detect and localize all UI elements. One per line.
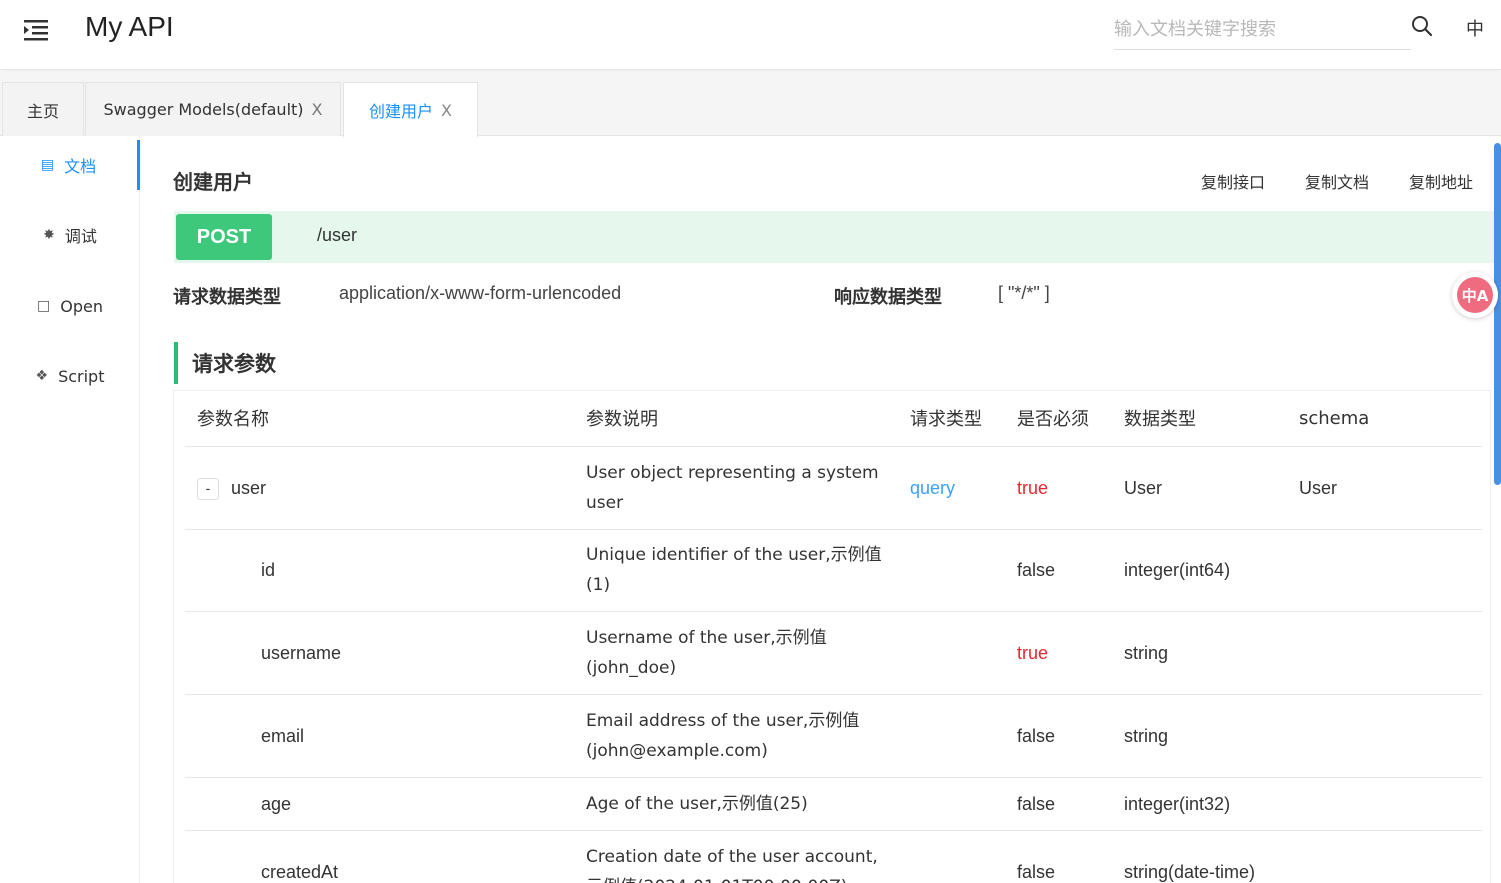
param-in <box>898 777 1005 831</box>
sidebar-item-open[interactable]: □ Open <box>0 281 140 331</box>
table-header-row: 参数名称 参数说明 请求类型 是否必须 数据类型 schema <box>185 391 1482 447</box>
param-type: User <box>1112 446 1287 530</box>
param-name: username <box>185 611 574 695</box>
sidebar-item-label: Open <box>60 296 103 316</box>
column-header: 参数说明 <box>574 391 898 447</box>
api-actions: 复制接口 复制文档 复制地址 <box>1201 169 1473 193</box>
file-icon: □ <box>37 298 51 314</box>
table-row: email Email address of the user,示例值(john… <box>185 694 1482 778</box>
param-in <box>898 694 1005 778</box>
column-header: 请求类型 <box>898 391 1005 447</box>
collapse-toggle[interactable]: - <box>197 477 219 500</box>
table-row: - user User object representing a system … <box>185 446 1482 530</box>
table-row: username Username of the user,示例值(john_d… <box>185 611 1482 695</box>
copy-document-button[interactable]: 复制文档 <box>1305 169 1369 193</box>
copy-interface-button[interactable]: 复制接口 <box>1201 169 1265 193</box>
param-type: integer(int32) <box>1112 777 1287 831</box>
content-type-row: 请求数据类型 application/x-www-form-urlencoded… <box>173 283 1473 313</box>
response-type-value: [ "*/*" ] <box>998 283 1050 303</box>
param-description: Age of the user,示例值(25) <box>574 777 898 831</box>
request-type-label: 请求数据类型 <box>173 287 281 308</box>
param-schema <box>1287 611 1482 695</box>
param-required: true <box>1005 611 1112 695</box>
param-name: id <box>185 529 574 612</box>
param-required: false <box>1005 777 1112 831</box>
param-description: User object representing a system user <box>574 446 898 530</box>
param-in <box>898 611 1005 695</box>
close-icon[interactable]: X <box>441 101 452 120</box>
param-description: Creation date of the user account,示例值(20… <box>574 830 898 883</box>
table-row: age Age of the user,示例值(25) false intege… <box>185 777 1482 831</box>
param-name: user <box>231 477 267 498</box>
sidebar-item-label: 调试 <box>64 227 97 246</box>
table-row: createdAt Creation date of the user acco… <box>185 830 1482 883</box>
tab-bar: 主页 Swagger Models(default) X 创建用户 X <box>0 72 1501 137</box>
param-name: email <box>185 694 574 778</box>
sidebar-item-label: 文档 <box>64 157 97 176</box>
params-table: 参数名称 参数说明 请求类型 是否必须 数据类型 schema - user Us… <box>185 391 1482 883</box>
param-required: false <box>1005 830 1112 883</box>
tab-label: Swagger Models(default) <box>103 100 304 119</box>
tab-home[interactable]: 主页 <box>2 82 84 136</box>
tab-create-user[interactable]: 创建用户 X <box>343 82 478 137</box>
param-schema <box>1287 529 1482 612</box>
sidebar-item-debug[interactable]: ✸ 调试 <box>0 210 140 260</box>
param-name: age <box>185 777 574 831</box>
app-title: My API <box>85 11 174 42</box>
column-header: schema <box>1287 391 1482 447</box>
menu-toggle-icon[interactable] <box>22 16 52 44</box>
column-header: 是否必须 <box>1005 391 1112 447</box>
top-header: My API 中 <box>0 0 1501 70</box>
param-required: false <box>1005 694 1112 778</box>
sidebar-item-docs[interactable]: ▤ 文档 <box>0 140 140 190</box>
param-name: createdAt <box>185 830 574 883</box>
endpoint-path: /user <box>317 225 358 245</box>
close-icon[interactable]: X <box>312 100 323 119</box>
scrollbar-thumb[interactable] <box>1494 143 1501 485</box>
column-header: 数据类型 <box>1112 391 1287 447</box>
tab-label: 创建用户 <box>369 102 434 121</box>
sidebar: ▤ 文档 ✸ 调试 □ Open ❖ Script <box>0 136 140 883</box>
param-description: Email address of the user,示例值(john@examp… <box>574 694 898 778</box>
response-type-label: 响应数据类型 <box>834 287 942 308</box>
tab-label: 主页 <box>26 101 59 121</box>
param-in <box>898 830 1005 883</box>
method-badge: POST <box>176 214 272 260</box>
search-input[interactable] <box>1114 10 1411 50</box>
param-in: query <box>898 446 1005 530</box>
endpoint-bar: POST /user <box>174 211 1501 263</box>
section-title: 请求参数 <box>174 342 276 384</box>
translate-icon: 中A <box>1457 277 1493 313</box>
param-schema <box>1287 694 1482 778</box>
params-table-container: 参数名称 参数说明 请求类型 是否必须 数据类型 schema - user Us… <box>173 390 1491 883</box>
request-type-value: application/x-www-form-urlencoded <box>339 283 622 303</box>
bug-icon: ✸ <box>43 227 55 243</box>
script-icon: ❖ <box>35 368 49 384</box>
param-schema <box>1287 777 1482 831</box>
search-icon[interactable] <box>1410 14 1434 38</box>
sidebar-item-label: Script <box>58 366 105 386</box>
copy-address-button[interactable]: 复制地址 <box>1409 169 1473 193</box>
table-row: id Unique identifier of the user,示例值(1) … <box>185 529 1482 612</box>
language-toggle[interactable]: 中 <box>1466 15 1484 41</box>
param-required: true <box>1005 446 1112 530</box>
param-schema <box>1287 830 1482 883</box>
param-schema: User <box>1287 446 1482 530</box>
translate-button[interactable]: 中A <box>1452 272 1498 318</box>
param-type: string(date-time) <box>1112 830 1287 883</box>
param-type: string <box>1112 694 1287 778</box>
param-in <box>898 529 1005 612</box>
column-header: 参数名称 <box>185 391 574 447</box>
page-title: 创建用户 <box>173 170 253 194</box>
param-type: string <box>1112 611 1287 695</box>
param-description: Username of the user,示例值(john_doe) <box>574 611 898 695</box>
param-required: false <box>1005 529 1112 612</box>
main-content: 创建用户 复制接口 复制文档 复制地址 POST /user 请求数据类型 ap… <box>140 136 1501 883</box>
sidebar-item-script[interactable]: ❖ Script <box>0 351 140 401</box>
param-type: integer(int64) <box>1112 529 1287 612</box>
param-description: Unique identifier of the user,示例值(1) <box>574 529 898 612</box>
document-icon: ▤ <box>40 157 55 173</box>
tab-swagger-models[interactable]: Swagger Models(default) X <box>85 82 341 136</box>
